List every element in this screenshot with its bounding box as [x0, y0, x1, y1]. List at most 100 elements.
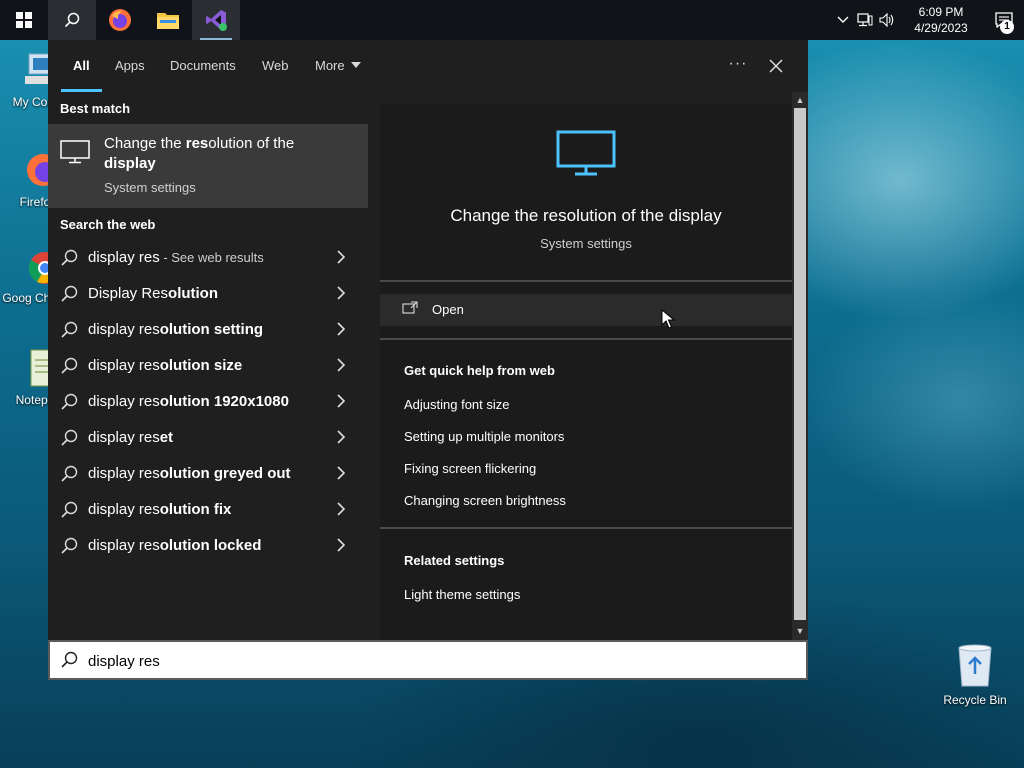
suggestion-completion: olution greyed out — [159, 465, 291, 482]
detail-title: Change the resolution of the display — [450, 206, 722, 225]
open-button[interactable]: Open — [380, 294, 792, 326]
scrollbar-thumb[interactable] — [794, 108, 806, 620]
mouse-cursor-icon — [661, 309, 675, 329]
suggestion-completion: olution locked — [159, 537, 262, 554]
desktop-icon-label: Recycle Bin — [943, 693, 1007, 707]
monitor-icon — [60, 140, 90, 164]
detail-scrollbar[interactable]: ▲ ▼ — [792, 92, 808, 640]
web-result-row[interactable]: display res - See web results — [48, 240, 368, 276]
open-external-icon — [402, 301, 418, 314]
query-text: display res — [88, 321, 160, 338]
web-result-row[interactable]: display resolution size — [48, 348, 368, 384]
close-icon — [769, 59, 783, 73]
chevron-right-icon[interactable] — [336, 250, 346, 264]
web-result-row[interactable]: Display Resolution — [48, 276, 368, 312]
folder-icon — [157, 13, 179, 29]
title-text: Change the — [104, 135, 186, 152]
quick-help-link[interactable]: Setting up multiple monitors — [404, 429, 564, 444]
web-result-label: display resolution fix — [88, 501, 231, 518]
search-icon — [61, 249, 78, 266]
volume-button[interactable] — [876, 0, 898, 40]
best-match-result[interactable]: Change the resolution of the display Syst… — [48, 124, 368, 208]
web-result-label: Display Resolution — [88, 285, 218, 302]
more-options-button[interactable]: ··· — [724, 52, 752, 80]
clock-date: 4/29/2023 — [914, 21, 968, 35]
tray-overflow-button[interactable] — [832, 0, 854, 40]
quick-help-link[interactable]: Fixing screen flickering — [404, 461, 536, 476]
monitor-icon — [556, 130, 616, 176]
search-icon — [61, 465, 78, 482]
chevron-right-icon[interactable] — [336, 322, 346, 336]
search-icon — [61, 393, 78, 410]
web-result-label: display resolution size — [88, 357, 242, 374]
scroll-down-icon[interactable]: ▼ — [795, 626, 805, 636]
start-button[interactable] — [0, 0, 48, 40]
taskbar-clock[interactable]: 6:09 PM 4/29/2023 — [906, 4, 976, 36]
tab-apps[interactable]: Apps — [115, 58, 145, 92]
chevron-right-icon[interactable] — [336, 538, 346, 552]
result-detail-pane: Change the resolution of the display Sys… — [380, 104, 792, 640]
web-result-label: display resolution locked — [88, 537, 261, 554]
caret-down-icon — [350, 62, 361, 68]
results-list: Best match Change the resolution of the d… — [48, 92, 368, 640]
search-icon — [64, 12, 80, 28]
web-result-row[interactable]: display reset — [48, 420, 368, 456]
taskbar: 6:09 PM 4/29/2023 1 — [0, 0, 1024, 40]
web-result-label: display reset — [88, 429, 173, 446]
chevron-right-icon[interactable] — [336, 286, 346, 300]
web-result-row[interactable]: display resolution locked — [48, 528, 368, 564]
tab-all[interactable]: All — [61, 58, 101, 92]
chevron-up-icon — [837, 16, 849, 23]
web-result-label: display resolution 1920x1080 — [88, 393, 289, 410]
network-button[interactable] — [854, 0, 876, 40]
suggestion-completion: olution 1920x1080 — [159, 393, 289, 410]
action-center-button[interactable]: 1 — [984, 0, 1024, 40]
search-web-header: Search the web — [60, 217, 156, 232]
search-input[interactable] — [88, 650, 788, 672]
search-icon — [61, 357, 78, 374]
chevron-right-icon[interactable] — [336, 466, 346, 480]
scroll-up-icon[interactable]: ▲ — [795, 95, 805, 105]
visual-studio-icon — [206, 10, 227, 31]
title-text: olution of the — [208, 135, 295, 152]
tab-web[interactable]: Web — [262, 58, 289, 92]
close-button[interactable] — [762, 52, 790, 80]
see-web-results-note: - See web results — [159, 250, 264, 265]
web-result-row[interactable]: display resolution fix — [48, 492, 368, 528]
related-settings-link[interactable]: Light theme settings — [404, 587, 520, 602]
search-tab-bar: All Apps Documents Web More ··· — [48, 40, 808, 92]
network-icon — [857, 13, 873, 27]
search-icon — [61, 321, 78, 338]
quick-help-link[interactable]: Adjusting font size — [404, 397, 510, 412]
search-icon — [61, 537, 78, 554]
search-icon — [61, 429, 78, 446]
search-box[interactable] — [48, 640, 808, 680]
web-result-label: display resolution greyed out — [88, 465, 291, 482]
web-result-row[interactable]: display resolution 1920x1080 — [48, 384, 368, 420]
best-match-subtitle: System settings — [104, 180, 196, 195]
tab-more[interactable]: More — [315, 58, 361, 92]
quick-help-link[interactable]: Changing screen brightness — [404, 493, 566, 508]
chevron-right-icon[interactable] — [336, 394, 346, 408]
chevron-right-icon[interactable] — [336, 502, 346, 516]
query-text: display res — [88, 357, 160, 374]
desktop-icon-recycle-bin[interactable]: Recycle Bin — [940, 642, 1010, 707]
taskbar-firefox[interactable] — [96, 0, 144, 40]
query-text: display res — [88, 429, 160, 446]
web-result-row[interactable]: display resolution greyed out — [48, 456, 368, 492]
divider — [380, 527, 792, 529]
suggestion-completion: et — [159, 429, 174, 446]
taskbar-visual-studio[interactable] — [192, 0, 240, 40]
tab-documents[interactable]: Documents — [170, 58, 236, 92]
notification-count-badge: 1 — [1000, 20, 1014, 34]
suggestion-completion: olution setting — [159, 321, 264, 338]
taskbar-search-button[interactable] — [48, 0, 96, 40]
chevron-right-icon[interactable] — [336, 430, 346, 444]
web-result-row[interactable]: display resolution setting — [48, 312, 368, 348]
query-text: display res — [88, 393, 160, 410]
taskbar-file-explorer[interactable] — [144, 0, 192, 40]
search-icon — [61, 651, 78, 668]
query-text: display res — [88, 249, 160, 266]
title-highlight: res — [185, 135, 209, 152]
chevron-right-icon[interactable] — [336, 358, 346, 372]
